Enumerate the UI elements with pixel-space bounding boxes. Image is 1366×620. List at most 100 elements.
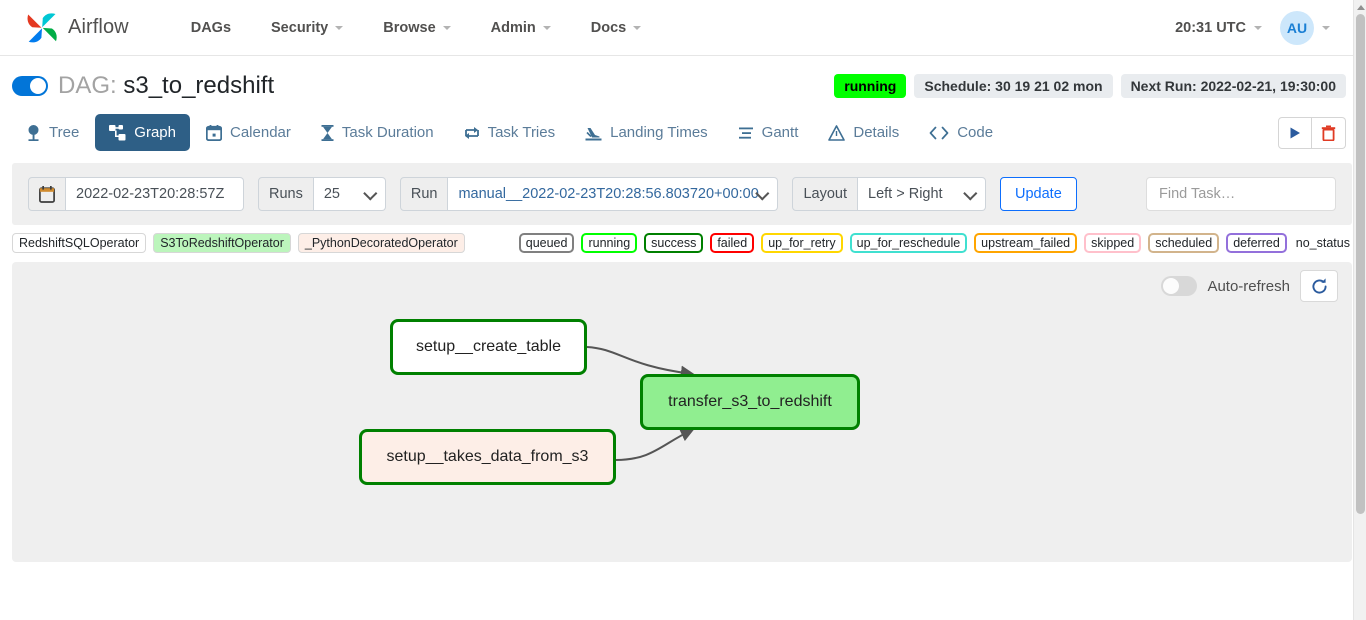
user-menu[interactable]: AU — [1274, 7, 1336, 49]
tab-label: Graph — [134, 124, 176, 141]
task-node-label: setup__takes_data_from_s3 — [386, 448, 589, 465]
utc-clock[interactable]: 20:31 UTC — [1167, 14, 1270, 42]
warning-triangle-icon — [828, 124, 846, 141]
tab-code[interactable]: Code — [915, 114, 1007, 151]
tab-label: Gantt — [761, 124, 799, 141]
tab-label: Code — [957, 124, 994, 141]
status-legend-upstream-failed[interactable]: upstream_failed — [974, 233, 1078, 253]
dag-view-tabs: Tree Graph Calendar Task Duration Task T… — [0, 106, 1366, 151]
task-node-label: setup__create_table — [416, 338, 561, 355]
avatar: AU — [1280, 10, 1314, 45]
landing-icon — [585, 127, 602, 140]
tab-details[interactable]: Details — [814, 114, 913, 151]
operator-legend-pythondecoratedoperator[interactable]: _PythonDecoratedOperator — [297, 233, 465, 253]
nav-item-security[interactable]: Security — [251, 12, 363, 44]
tab-calendar[interactable]: Calendar — [192, 114, 305, 151]
tab-label: Landing Times — [610, 124, 708, 141]
task-node-transfer-s3-to-redshift[interactable]: transfer_s3_to_redshift — [640, 374, 860, 430]
layout-label: Layout — [792, 177, 859, 211]
scroll-up-arrow-icon[interactable] — [1354, 0, 1366, 14]
status-legend-failed[interactable]: failed — [710, 233, 755, 253]
layout-select[interactable]: Left > Right — [858, 177, 987, 211]
nav-item-label: Security — [271, 19, 329, 36]
nav-item-dags[interactable]: DAGs — [171, 12, 251, 44]
execution-date-group: 2022-02-23T20:28:57Z — [28, 177, 244, 211]
page-title: DAG: s3_to_redshift — [58, 72, 274, 100]
play-icon — [1290, 127, 1300, 138]
code-brackets-icon — [929, 126, 949, 139]
tab-gantt[interactable]: Gantt — [724, 114, 813, 151]
run-group: Run manual__2022-02-23T20:28:56.803720+0… — [399, 177, 779, 211]
status-legend-scheduled[interactable]: scheduled — [1148, 233, 1220, 253]
page-scrollbar[interactable] — [1353, 0, 1366, 620]
status-legend-deferred[interactable]: deferred — [1226, 233, 1287, 253]
tab-label: Calendar — [230, 124, 291, 141]
schedule-badge: Schedule: 30 19 21 02 mon — [914, 74, 1113, 98]
dag-actions — [1278, 116, 1346, 149]
chevron-down-icon — [442, 25, 451, 30]
graph-filter-toolbar: 2022-02-23T20:28:57Z Runs 25 Run manual_… — [12, 163, 1352, 225]
airflow-logo-icon — [27, 12, 57, 42]
utc-clock-label: 20:31 UTC — [1175, 19, 1246, 36]
chevron-down-icon — [1322, 25, 1330, 30]
execution-date-input[interactable]: 2022-02-23T20:28:57Z — [66, 177, 244, 211]
dag-status-badges: running Schedule: 30 19 21 02 mon Next R… — [834, 74, 1346, 98]
delete-dag-button[interactable] — [1312, 116, 1346, 149]
tab-label: Task Duration — [341, 124, 434, 141]
status-legend-skipped[interactable]: skipped — [1084, 233, 1142, 253]
status-legend-queued[interactable]: queued — [518, 233, 575, 253]
trigger-dag-button[interactable] — [1278, 116, 1312, 149]
status-legend-success[interactable]: success — [644, 233, 704, 253]
brand-name: Airflow — [68, 16, 129, 38]
tab-label: Details — [853, 124, 900, 141]
nav-item-admin[interactable]: Admin — [471, 12, 571, 44]
runs-group: Runs 25 — [258, 177, 386, 211]
chevron-down-icon — [335, 25, 344, 30]
tab-tree[interactable]: Tree — [12, 114, 93, 151]
chevron-down-icon — [633, 25, 642, 30]
brand-home-link[interactable]: Airflow — [24, 11, 129, 45]
task-node-label: transfer_s3_to_redshift — [668, 393, 832, 410]
status-legend-up-for-reschedule[interactable]: up_for_reschedule — [849, 233, 968, 253]
tab-graph[interactable]: Graph — [95, 114, 190, 151]
status-legend-running[interactable]: running — [581, 233, 638, 253]
task-node-setup-create-table[interactable]: setup__create_table — [390, 319, 587, 375]
operator-legend-s3toredshiftoperator[interactable]: S3ToRedshiftOperator — [153, 233, 291, 253]
next-run-badge: Next Run: 2022-02-21, 19:30:00 — [1120, 74, 1346, 98]
nav-item-browse[interactable]: Browse — [363, 12, 470, 44]
scrollbar-thumb[interactable] — [1356, 14, 1365, 514]
top-navbar: Airflow DAGs Security Browse Admin Docs … — [0, 0, 1366, 56]
run-label: Run — [399, 177, 449, 211]
run-select[interactable]: manual__2022-02-23T20:28:56.803720+00:00 — [448, 177, 779, 211]
nav-item-label: Admin — [490, 19, 536, 36]
task-node-setup-takes-data-from-s3[interactable]: setup__takes_data_from_s3 — [359, 429, 616, 485]
retry-icon — [464, 126, 479, 139]
find-task-input[interactable]: Find Task… — [1146, 177, 1336, 211]
calendar-icon — [206, 124, 222, 141]
legend-row: RedshiftSQLOperator S3ToRedshiftOperator… — [0, 225, 1366, 259]
status-legend-up-for-retry[interactable]: up_for_retry — [761, 233, 843, 253]
dag-graph-canvas[interactable]: Auto-refresh setup__create_table transfe… — [12, 262, 1352, 562]
nav-item-docs[interactable]: Docs — [571, 12, 661, 44]
update-button[interactable]: Update — [1000, 177, 1077, 211]
runs-select[interactable]: 25 — [313, 177, 386, 211]
dag-title-name: s3_to_redshift — [123, 72, 275, 99]
dag-pause-toggle[interactable] — [12, 76, 48, 96]
tab-landing-times[interactable]: Landing Times — [571, 114, 722, 151]
operator-legend-redshiftsqloperator[interactable]: RedshiftSQLOperator — [12, 233, 147, 253]
dag-title-prefix: DAG: — [58, 72, 117, 99]
nav-item-label: Docs — [590, 19, 627, 36]
gantt-icon — [738, 127, 753, 139]
nav-item-label: DAGs — [190, 19, 232, 36]
hourglass-icon — [321, 124, 334, 141]
tab-label: Tree — [49, 124, 80, 141]
graph-icon — [109, 124, 126, 140]
chevron-down-icon — [542, 25, 551, 30]
runs-label: Runs — [258, 177, 314, 211]
tab-task-tries[interactable]: Task Tries — [450, 114, 570, 151]
nav-item-label: Browse — [383, 19, 436, 36]
calendar-button[interactable] — [28, 177, 66, 211]
trash-icon — [1321, 125, 1336, 141]
tab-task-duration[interactable]: Task Duration — [307, 114, 448, 151]
calendar-icon — [39, 185, 55, 203]
